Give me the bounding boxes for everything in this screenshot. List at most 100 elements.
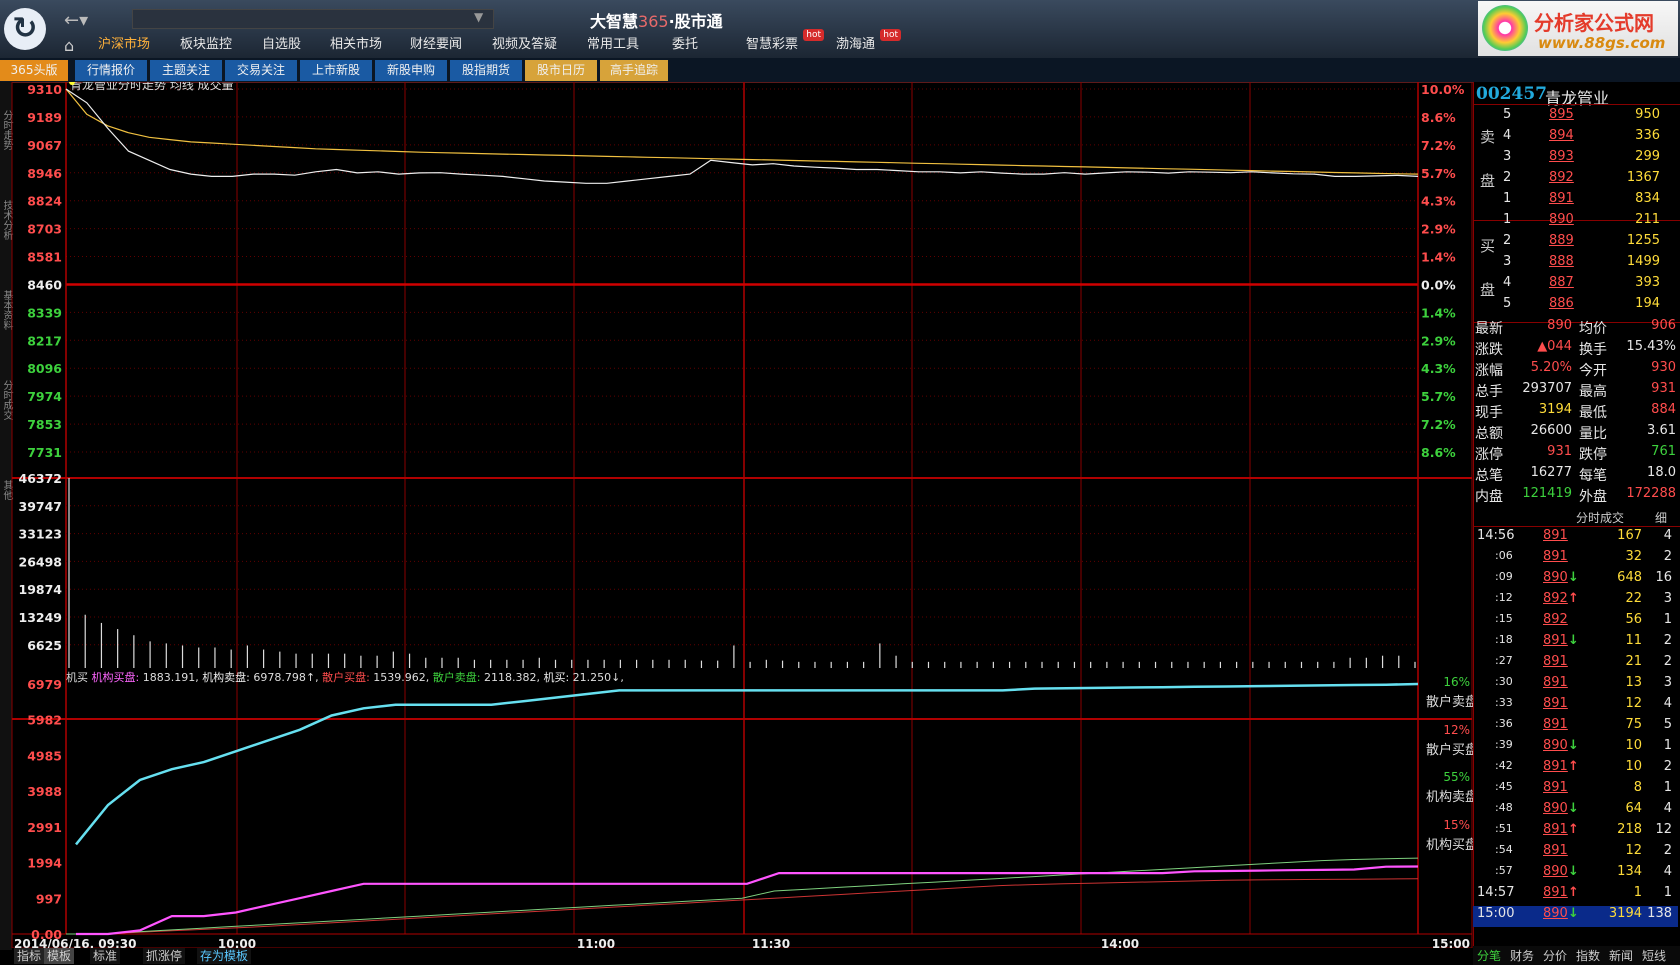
tick-time: :39 (1495, 738, 1513, 751)
bid-row[interactable]: 1 890 211 (1473, 212, 1678, 233)
tick-row[interactable]: 14:56 891 167 4 (1473, 528, 1678, 549)
tick-volume: 218 (1617, 822, 1642, 837)
tick-row[interactable]: :09 890 ↓ 648 16 (1473, 570, 1678, 591)
tick-count: 4 (1663, 528, 1672, 543)
price-line (65, 88, 1419, 184)
sub-tab-6[interactable]: 股指期货 (450, 60, 522, 81)
tick-row[interactable]: :06 891 32 2 (1473, 549, 1678, 570)
sub-tab-8[interactable]: 高手追踪 (600, 60, 668, 81)
tick-row[interactable]: :30 891 13 3 (1473, 675, 1678, 696)
bottom-right-tab[interactable]: 短线 (1642, 947, 1666, 965)
flow-legend: 机买 机构买盘: 1883.191, 机构卖盘: 6978.798↑, 散户买盘… (66, 670, 624, 684)
pct-tick-label: 5.7% (1421, 389, 1456, 404)
flow-legend-part: 机买 (66, 670, 92, 684)
tick-row[interactable]: 15:00 890 ↓ 3194 138 (1473, 906, 1678, 927)
bottom-tab[interactable]: 存为模板 (197, 948, 252, 964)
tick-time: :33 (1495, 696, 1513, 709)
tick-row[interactable]: :33 891 12 4 (1473, 696, 1678, 717)
top-menu-item[interactable]: 沪深市场 (98, 35, 150, 55)
ask-row[interactable]: 3 893 299 (1473, 149, 1678, 170)
app-title-part: 大智慧 (590, 12, 639, 31)
top-menu-item[interactable]: 委托 (672, 35, 698, 55)
top-menu-item[interactable]: 视频及答疑 (492, 35, 557, 55)
top-menu-item[interactable]: 智慧彩票 hot (746, 29, 825, 55)
pct-tick-label: 7.2% (1421, 138, 1456, 153)
quote-key: 内盘 (1475, 489, 1503, 505)
tick-volume: 11 (1625, 633, 1642, 648)
bottom-right-tab[interactable]: 财务 (1510, 947, 1534, 965)
tick-row[interactable]: :42 891 ↑ 10 2 (1473, 759, 1678, 780)
tick-row[interactable]: :51 891 ↑ 218 12 (1473, 822, 1678, 843)
top-menu-item[interactable]: 相关市场 (330, 35, 382, 55)
ask-volume: 1367 (1626, 170, 1660, 185)
top-menu-item[interactable]: 自选股 (262, 35, 301, 55)
ticks-detail-button[interactable]: 细 (1655, 509, 1667, 526)
bid-row[interactable]: 4 887 393 (1473, 275, 1678, 296)
bid-row[interactable]: 2 889 1255 (1473, 233, 1678, 254)
flow-legend-part: 1883.191, (143, 671, 202, 684)
chevron-down-icon[interactable]: ▼ (474, 10, 483, 24)
bottom-tab[interactable]: 标准 (90, 948, 121, 964)
home-icon[interactable]: ⌂ (64, 36, 74, 55)
ask-row[interactable]: 5 895 950 (1473, 107, 1678, 128)
flow-right-pct: 12% (1443, 723, 1470, 737)
top-menu-item[interactable]: 常用工具 (587, 35, 639, 55)
bottom-tab[interactable]: 指标 (14, 948, 45, 964)
bid-volume: 1499 (1626, 254, 1660, 269)
x-tick-label: 11:00 (577, 937, 615, 948)
bid-row[interactable]: 5 886 194 (1473, 296, 1678, 317)
ask-row[interactable]: 1 891 834 (1473, 191, 1678, 212)
top-menu-item[interactable]: 板块监控 (180, 35, 232, 55)
sub-tab-5[interactable]: 新股申购 (375, 60, 447, 81)
tick-row[interactable]: :54 891 12 2 (1473, 843, 1678, 864)
bid-row[interactable]: 3 888 1499 (1473, 254, 1678, 275)
top-menu-item[interactable]: 渤海通 hot (836, 29, 902, 55)
tick-price: 891 (1543, 843, 1568, 858)
brand-url: www.88gs.com (1538, 34, 1666, 52)
tick-time: :42 (1495, 759, 1513, 772)
tick-time: :27 (1495, 654, 1513, 667)
volume-tick-label: 13249 (19, 610, 63, 625)
tick-row[interactable]: :48 890 ↓ 64 4 (1473, 801, 1678, 822)
quote-value: 884 (1651, 402, 1676, 417)
tick-row[interactable]: :18 891 ↓ 11 2 (1473, 633, 1678, 654)
bid-level: 3 (1503, 254, 1512, 269)
tick-row[interactable]: :36 891 75 5 (1473, 717, 1678, 738)
tick-volume: 10 (1625, 759, 1642, 774)
bottom-right-tab[interactable]: 分笔 (1477, 947, 1501, 965)
bottom-tab[interactable]: 模板 (44, 948, 75, 964)
tick-row[interactable]: :45 891 8 1 (1473, 780, 1678, 801)
tick-row[interactable]: 14:57 891 ↑ 1 1 (1473, 885, 1678, 906)
price-tick-label: 8703 (27, 222, 62, 237)
sub-tab-4[interactable]: 上市新股 (300, 60, 372, 81)
brand-banner[interactable]: 分析家公式网 www.88gs.com (1478, 1, 1678, 56)
tick-row[interactable]: :12 892 ↑ 22 3 (1473, 591, 1678, 612)
sub-tab-3[interactable]: 交易关注 (225, 60, 297, 81)
top-menu-item[interactable]: 财经要闻 (410, 35, 462, 55)
tick-row[interactable]: :39 890 ↓ 10 1 (1473, 738, 1678, 759)
sub-tab-0[interactable]: 365头版 (0, 60, 68, 81)
price-tick-label: 8096 (27, 361, 62, 376)
arrow-left-icon[interactable]: ←▾ (64, 10, 88, 31)
bid-volume: 1255 (1626, 233, 1660, 248)
avg-price-line (65, 88, 1419, 175)
flow-legend-part: 机买: (543, 670, 572, 684)
tick-row[interactable]: :27 891 21 2 (1473, 654, 1678, 675)
ask-row[interactable]: 4 894 336 (1473, 128, 1678, 149)
sub-tab-1[interactable]: 行情报价 (75, 60, 147, 81)
bottom-right-tab[interactable]: 指数 (1576, 947, 1600, 965)
ask-row[interactable]: 2 892 1367 (1473, 170, 1678, 191)
bottom-tab[interactable]: 抓涨停 (143, 948, 186, 964)
tick-row[interactable]: :57 890 ↓ 134 4 (1473, 864, 1678, 885)
sub-tab-2[interactable]: 主题关注 (150, 60, 222, 81)
price-tick-label: 7731 (27, 445, 62, 460)
intraday-chart[interactable]: 9310 10.0% 9189 8.6% 9067 7.2% 8946 5.7% 8824 4.3… (0, 82, 1473, 948)
bottom-right-tab[interactable]: 新闻 (1609, 947, 1633, 965)
bottom-right-tab[interactable]: 分价 (1543, 947, 1567, 965)
search-input[interactable] (132, 9, 494, 29)
tick-count: 4 (1663, 864, 1672, 879)
tick-row[interactable]: :15 892 56 1 (1473, 612, 1678, 633)
sub-tab-7[interactable]: 股市日历 (525, 60, 597, 81)
quote-value: ▲044 (1537, 339, 1572, 354)
bid-price: 886 (1549, 296, 1574, 311)
